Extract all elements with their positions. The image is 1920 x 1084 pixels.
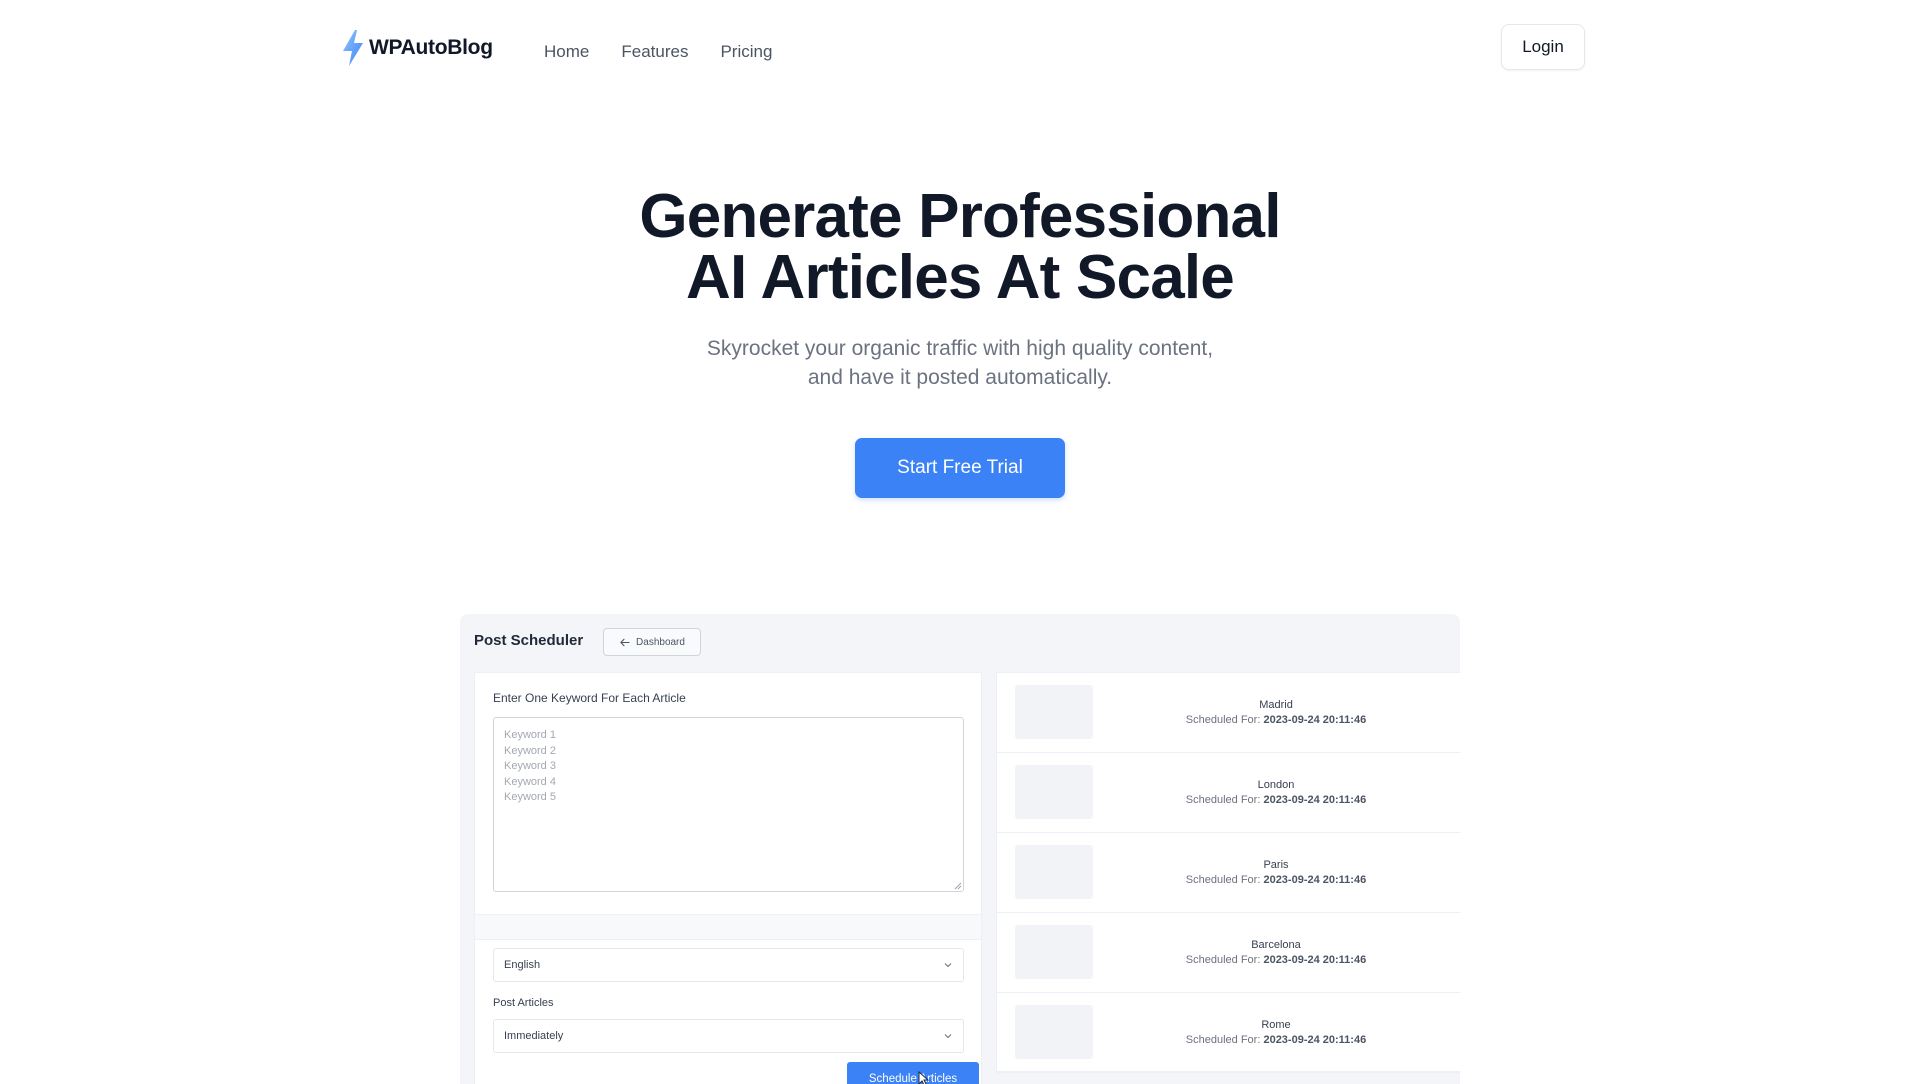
scheduled-datetime: 2023-09-24 20:11:46 (1263, 714, 1367, 726)
resize-grip-icon[interactable] (952, 880, 962, 890)
scheduled-posts-list: Madrid Scheduled For: 2023-09-24 20:11:4… (996, 672, 1460, 1073)
post-thumbnail (1015, 925, 1093, 979)
scheduled-time: Scheduled For: 2023-09-24 20:11:46 (1097, 1034, 1455, 1046)
nav-pricing-link[interactable]: Pricing (720, 40, 772, 64)
language-select[interactable]: English (493, 948, 964, 982)
scheduled-prefix: Scheduled For: (1185, 954, 1261, 966)
scheduled-datetime: 2023-09-24 20:11:46 (1263, 794, 1367, 806)
scheduled-post-row[interactable]: Rome Scheduled For: 2023-09-24 20:11:46 (997, 993, 1460, 1073)
keywords-label: Enter One Keyword For Each Article (493, 691, 686, 705)
hero-title: Generate Professional AI Articles At Sca… (0, 182, 1920, 312)
scheduled-time: Scheduled For: 2023-09-24 20:11:46 (1097, 794, 1455, 806)
scheduled-time: Scheduled For: 2023-09-24 20:11:46 (1097, 954, 1455, 966)
login-button[interactable]: Login (1501, 24, 1585, 70)
scheduled-prefix: Scheduled For: (1185, 794, 1261, 806)
brand-name: WPAutoBlog (369, 36, 493, 59)
language-select-value: English (504, 959, 541, 971)
scheduled-post-row[interactable]: Madrid Scheduled For: 2023-09-24 20:11:4… (997, 673, 1460, 753)
hero-subtitle-line-1: Skyrocket your organic traffic with high… (706, 337, 1214, 360)
post-articles-select-value: Immediately (504, 1030, 564, 1042)
scheduled-prefix: Scheduled For: (1185, 714, 1261, 726)
chevron-down-icon (944, 963, 952, 968)
hero-title-line-1: Generate Professional (639, 182, 1281, 251)
brand-logo[interactable]: WPAutoBlog (342, 30, 493, 66)
post-articles-select[interactable]: Immediately (493, 1019, 964, 1053)
post-city-title: Madrid (1259, 699, 1293, 711)
post-thumbnail (1015, 765, 1093, 819)
scheduled-prefix: Scheduled For: (1185, 874, 1261, 886)
scheduled-datetime: 2023-09-24 20:11:46 (1263, 1034, 1367, 1046)
start-free-trial-button[interactable]: Start Free Trial (855, 438, 1065, 498)
nav-links: Home Features Pricing (544, 40, 772, 64)
app-preview-screenshot: Post Scheduler Dashboard Enter One Keywo… (460, 614, 1460, 1084)
dashboard-back-button[interactable]: Dashboard (603, 628, 701, 656)
arrow-left-icon (620, 638, 630, 646)
post-city-title: Rome (1261, 1019, 1291, 1031)
lightning-bolt-icon (343, 30, 363, 66)
post-articles-label: Post Articles (493, 997, 554, 1009)
post-thumbnail (1015, 685, 1093, 739)
hero-subtitle-line-2: and have it posted automatically. (807, 366, 1113, 389)
scheduled-datetime: 2023-09-24 20:11:46 (1263, 954, 1367, 966)
top-navbar: WPAutoBlog Home Features Pricing Login (0, 0, 1920, 100)
post-thumbnail (1015, 845, 1093, 899)
scheduled-time: Scheduled For: 2023-09-24 20:11:46 (1097, 714, 1455, 726)
scheduled-post-row[interactable]: Paris Scheduled For: 2023-09-24 20:11:46 (997, 833, 1460, 913)
scheduled-time: Scheduled For: 2023-09-24 20:11:46 (1097, 874, 1455, 886)
hero-title-line-2: AI Articles At Scale (686, 243, 1235, 312)
nav-features-link[interactable]: Features (621, 40, 688, 64)
chevron-down-icon (944, 1034, 952, 1039)
post-city-title: London (1257, 779, 1295, 791)
dashboard-button-label: Dashboard (636, 636, 685, 648)
nav-home-link[interactable]: Home (544, 40, 589, 64)
schedule-articles-button[interactable]: Schedule Articles (847, 1062, 979, 1084)
post-thumbnail (1015, 1005, 1093, 1059)
mouse-cursor-icon (918, 1071, 930, 1084)
scheduled-post-row[interactable]: London Scheduled For: 2023-09-24 20:11:4… (997, 753, 1460, 833)
scheduled-post-row[interactable]: Barcelona Scheduled For: 2023-09-24 20:1… (997, 913, 1460, 993)
post-city-title: Barcelona (1251, 939, 1301, 951)
scheduled-prefix: Scheduled For: (1185, 1034, 1261, 1046)
keywords-textarea[interactable] (493, 717, 964, 892)
form-divider (475, 914, 981, 940)
post-scheduler-title: Post Scheduler (474, 632, 584, 649)
scheduled-datetime: 2023-09-24 20:11:46 (1263, 874, 1367, 886)
post-city-title: Paris (1263, 859, 1289, 871)
hero-subtitle: Skyrocket your organic traffic with high… (0, 334, 1920, 392)
keyword-form-panel: Enter One Keyword For Each Article Engli… (474, 672, 982, 1084)
